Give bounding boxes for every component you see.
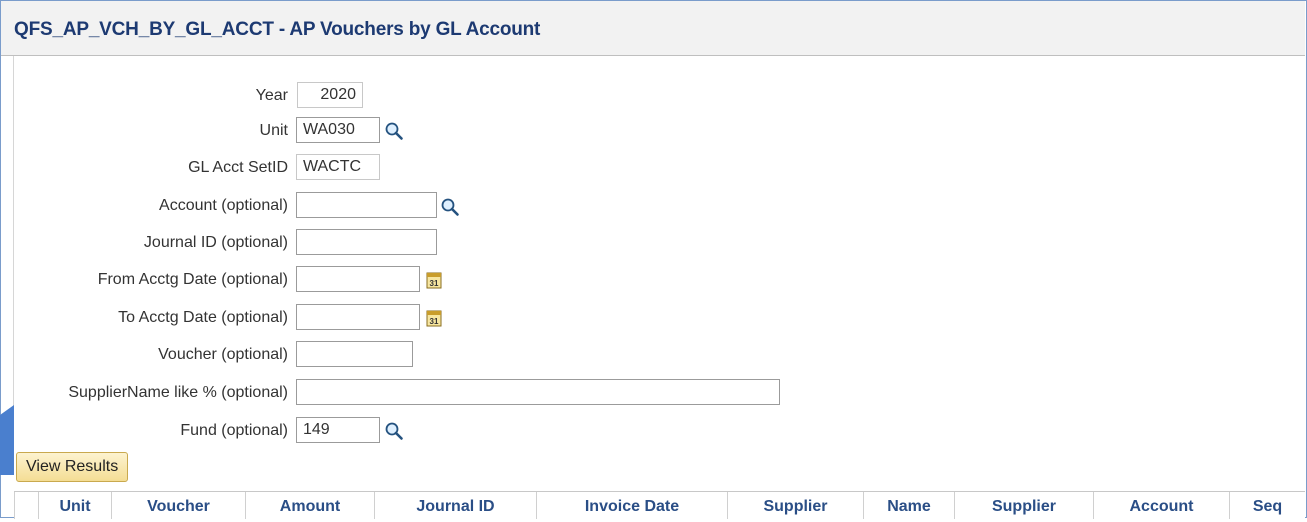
account-field[interactable] xyxy=(296,192,437,218)
col-seq[interactable]: Seq xyxy=(1229,492,1305,519)
supplier-name-label: SupplierName like % (optional) xyxy=(68,384,288,401)
unit-lookup-icon[interactable] xyxy=(384,121,404,141)
account-label-wrap: Account (optional) xyxy=(0,192,288,220)
page-title: QFS_AP_VCH_BY_GL_ACCT - AP Vouchers by G… xyxy=(14,19,541,40)
supplier-name-field[interactable] xyxy=(296,379,780,405)
from-date-field[interactable] xyxy=(296,266,420,292)
unit-label-wrap: Unit xyxy=(0,117,288,145)
col-journal-id[interactable]: Journal ID xyxy=(374,492,536,519)
col-voucher[interactable]: Voucher xyxy=(111,492,245,519)
col-amount[interactable]: Amount xyxy=(245,492,374,519)
title-bar: QFS_AP_VCH_BY_GL_ACCT - AP Vouchers by G… xyxy=(1,1,1305,56)
svg-text:31: 31 xyxy=(430,279,439,288)
setid-field[interactable]: WACTC xyxy=(296,154,380,180)
to-date-field[interactable] xyxy=(296,304,420,330)
voucher-field[interactable] xyxy=(296,341,413,367)
setid-label: GL Acct SetID xyxy=(188,159,288,176)
col-name[interactable]: Name xyxy=(863,492,954,519)
fund-field[interactable]: 149 xyxy=(296,417,380,443)
col-account[interactable]: Account xyxy=(1093,492,1229,519)
to-date-calendar-icon[interactable]: 31 xyxy=(426,309,442,327)
unit-field[interactable]: WA030 xyxy=(296,117,380,143)
fund-lookup-icon[interactable] xyxy=(384,421,404,441)
from-date-calendar-icon[interactable]: 31 xyxy=(426,271,442,289)
journal-field[interactable] xyxy=(296,229,437,255)
voucher-label: Voucher (optional) xyxy=(158,346,288,363)
year-field[interactable]: 2020 xyxy=(297,82,363,108)
journal-label: Journal ID (optional) xyxy=(143,234,288,251)
to-date-label-wrap: To Acctg Date (optional) xyxy=(0,304,288,332)
to-date-label: To Acctg Date (optional) xyxy=(118,309,288,326)
setid-label-wrap: GL Acct SetID xyxy=(0,154,288,182)
row-selector-header xyxy=(14,492,38,519)
year-label-wrap: Year xyxy=(0,82,288,110)
supplier-name-label-wrap: SupplierName like % (optional) xyxy=(0,379,288,407)
svg-text:31: 31 xyxy=(430,317,439,326)
account-label: Account (optional) xyxy=(159,197,288,214)
col-unit[interactable]: Unit xyxy=(38,492,111,519)
fund-label: Fund (optional) xyxy=(180,422,288,439)
col-supplier[interactable]: Supplier xyxy=(727,492,863,519)
col-supplier-2[interactable]: Supplier xyxy=(954,492,1093,519)
year-label: Year xyxy=(255,87,288,104)
col-invoice-date[interactable]: Invoice Date xyxy=(536,492,727,519)
from-date-label-wrap: From Acctg Date (optional) xyxy=(0,266,288,294)
unit-label: Unit xyxy=(259,122,288,139)
from-date-label: From Acctg Date (optional) xyxy=(97,271,288,288)
account-lookup-icon[interactable] xyxy=(440,197,460,217)
fund-label-wrap: Fund (optional) xyxy=(0,417,288,445)
results-grid-header: Unit Voucher Amount Journal ID Invoice D… xyxy=(14,491,1305,519)
voucher-label-wrap: Voucher (optional) xyxy=(0,341,288,369)
journal-label-wrap: Journal ID (optional) xyxy=(0,229,288,257)
callout-arrow-icon xyxy=(0,405,14,475)
view-results-button[interactable]: View Results xyxy=(16,452,129,482)
